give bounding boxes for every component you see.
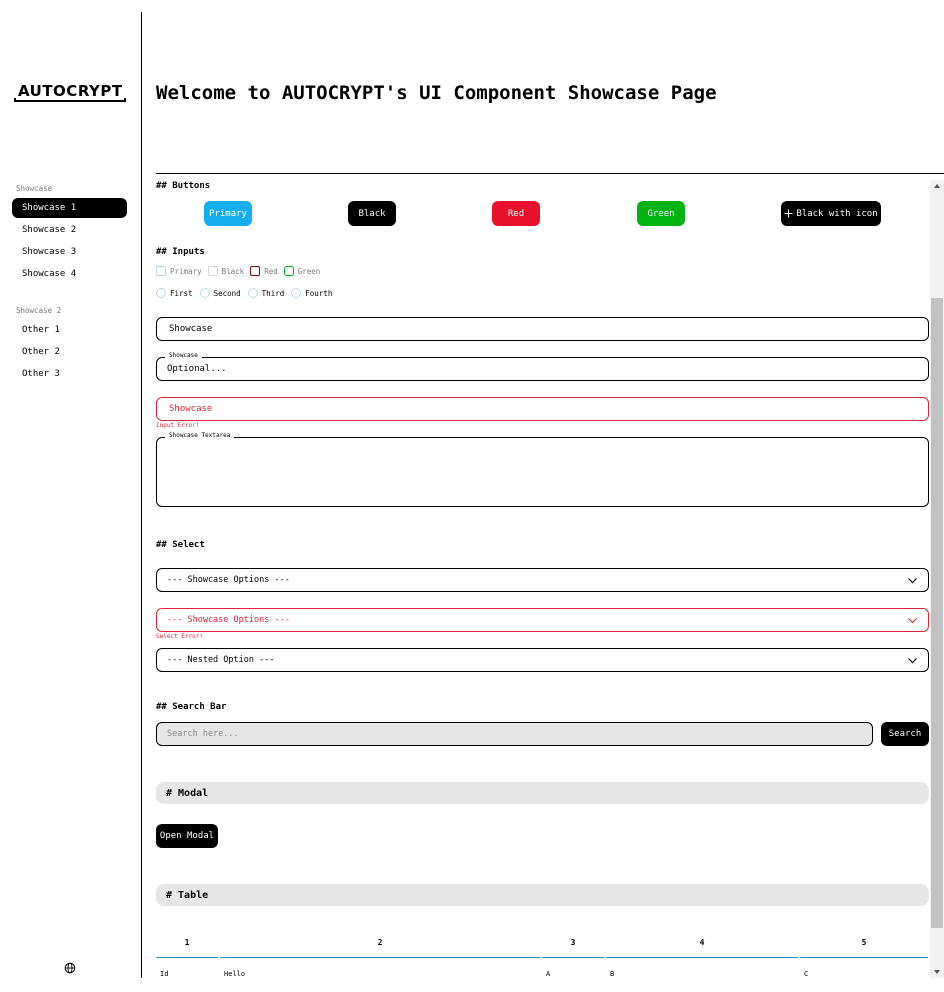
section-title-select: ## Select xyxy=(156,540,205,550)
main-content: ## Buttons Primary Black Red Green Black… xyxy=(156,174,944,980)
radio-third[interactable] xyxy=(247,288,258,298)
open-modal-button[interactable]: Open Modal xyxy=(156,824,218,848)
chevron-down-icon xyxy=(908,618,917,624)
checkbox-green[interactable] xyxy=(283,266,294,276)
sidebar-group-title: Showcase 2 xyxy=(16,306,62,315)
checkbox-red[interactable] xyxy=(250,266,261,276)
table-cell: Id xyxy=(160,970,169,978)
checkbox-label: Black xyxy=(221,266,245,276)
table-cell: A xyxy=(546,970,551,978)
logo-underline xyxy=(14,98,126,102)
showcase-textarea[interactable]: Showcase Textarea xyxy=(156,432,929,507)
select-value: --- Nested Option --- xyxy=(167,655,275,665)
globe-icon[interactable] xyxy=(64,962,76,974)
table-header-cell[interactable]: 4 xyxy=(606,936,798,958)
sidebar-item-other-1[interactable]: Other 1 xyxy=(12,320,127,340)
checkbox-label: Red xyxy=(264,266,278,276)
section-title-buttons: ## Buttons xyxy=(156,181,211,191)
button-label: Black with icon xyxy=(796,208,878,219)
radio-group: First Second Third Fourth xyxy=(156,288,339,298)
error-select[interactable]: --- Showcase Options --- xyxy=(156,608,929,632)
sidebar-group-title: Showcase xyxy=(16,184,53,193)
input-value: Showcase xyxy=(169,404,213,414)
checkbox-black[interactable] xyxy=(207,266,218,276)
table-cell: B xyxy=(610,970,615,978)
checkbox-group: Primary Black Red Green xyxy=(156,266,326,276)
green-button[interactable]: Green xyxy=(637,201,685,226)
checkbox-label: Green xyxy=(297,266,321,276)
checkbox-primary[interactable] xyxy=(156,266,166,276)
showcase-input[interactable]: Showcase xyxy=(156,317,929,341)
black-with-icon-button[interactable]: Black with icon xyxy=(781,201,881,226)
sidebar-item-showcase-3[interactable]: Showcase 3 xyxy=(12,242,127,262)
input-value: Showcase xyxy=(169,324,213,334)
plus-icon xyxy=(784,209,793,218)
sidebar: AUTOCRYPT Showcase Showcase 1 Showcase 2… xyxy=(0,12,142,978)
search-placeholder: Search here... xyxy=(167,729,239,739)
scroll-down-icon[interactable] xyxy=(934,970,940,974)
table-cell: C xyxy=(804,970,809,978)
showcase-select[interactable]: --- Showcase Options --- xyxy=(156,568,929,592)
checkbox-label: Primary xyxy=(170,266,202,276)
section-title-search: ## Search Bar xyxy=(156,702,227,712)
section-title-inputs: ## Inputs xyxy=(156,247,205,257)
sidebar-item-showcase-1[interactable]: Showcase 1 xyxy=(12,198,127,218)
sidebar-item-other-3[interactable]: Other 3 xyxy=(12,364,127,384)
select-value: --- Showcase Options --- xyxy=(167,615,290,625)
select-value: --- Showcase Options --- xyxy=(167,575,290,585)
table-header-cell[interactable]: 1 xyxy=(156,936,218,958)
sidebar-item-showcase-4[interactable]: Showcase 4 xyxy=(12,264,127,284)
section-title-modal: # Modal xyxy=(156,782,929,804)
radio-second[interactable] xyxy=(199,288,210,298)
chevron-down-icon xyxy=(908,578,917,584)
optional-input[interactable]: Showcase Optional... xyxy=(156,352,929,381)
radio-label: Third xyxy=(261,288,285,298)
vertical-scrollbar[interactable] xyxy=(930,180,944,978)
search-input[interactable]: Search here... xyxy=(156,722,873,746)
black-button[interactable]: Black xyxy=(348,201,396,226)
scroll-up-icon[interactable] xyxy=(934,184,940,188)
table-cell: Hello xyxy=(224,970,246,978)
primary-button[interactable]: Primary xyxy=(204,201,252,226)
radio-first[interactable] xyxy=(156,288,166,298)
chevron-down-icon xyxy=(908,658,917,664)
nested-select[interactable]: --- Nested Option --- xyxy=(156,648,929,672)
brand-logo[interactable]: AUTOCRYPT xyxy=(14,82,126,114)
textarea-label: Showcase Textarea xyxy=(165,432,235,439)
table-header-cell[interactable]: 3 xyxy=(542,936,604,958)
error-input[interactable]: Showcase xyxy=(156,397,929,421)
table-header-cell[interactable]: 5 xyxy=(800,936,928,958)
radio-label: First xyxy=(170,288,193,298)
scrollbar-thumb[interactable] xyxy=(931,298,943,928)
search-button[interactable]: Search xyxy=(881,722,929,746)
red-button[interactable]: Red xyxy=(492,201,540,226)
radio-label: Fourth xyxy=(305,288,333,298)
radio-fourth[interactable] xyxy=(291,288,302,298)
sidebar-item-showcase-2[interactable]: Showcase 2 xyxy=(12,220,127,240)
page-title: Welcome to AUTOCRYPT's UI Component Show… xyxy=(156,82,717,104)
input-placeholder: Optional... xyxy=(167,364,227,374)
sidebar-item-other-2[interactable]: Other 2 xyxy=(12,342,127,362)
input-error-message: Input Error! xyxy=(156,422,200,429)
select-error-message: Select Error! xyxy=(156,633,203,640)
table-header-cell[interactable]: 2 xyxy=(220,936,540,958)
section-title-table: # Table xyxy=(156,884,929,906)
input-label: Showcase xyxy=(165,352,202,359)
radio-label: Second xyxy=(213,288,241,298)
